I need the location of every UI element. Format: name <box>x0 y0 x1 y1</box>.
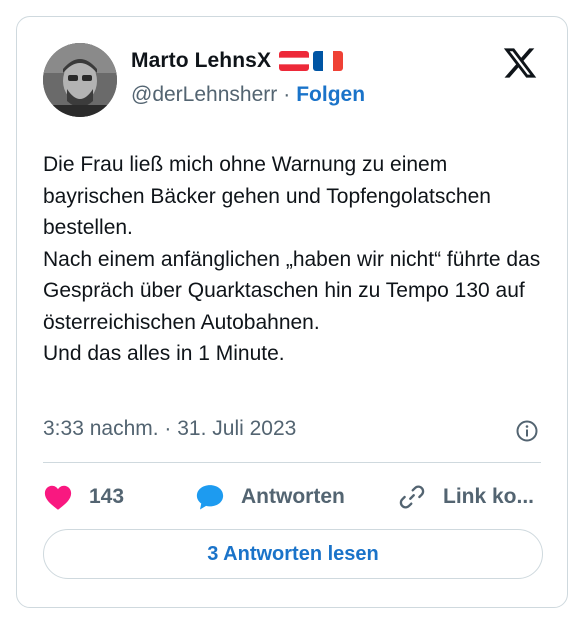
speech-bubble-icon <box>195 483 225 511</box>
reply-label: Antworten <box>241 485 345 508</box>
copy-link-label: Link ko... <box>443 485 535 508</box>
heart-icon <box>43 483 73 511</box>
reply-button[interactable]: Antworten <box>195 483 345 511</box>
avatar[interactable] <box>43 43 117 117</box>
follow-button[interactable]: Folgen <box>296 83 365 107</box>
author-name[interactable]: Marto LehnsX <box>131 49 271 73</box>
tweet-card: Marto LehnsX @derLehnsherr · Folgen Die … <box>16 16 568 608</box>
info-icon[interactable] <box>515 419 539 443</box>
tweet-text: Die Frau ließ mich ohne Warnung zu einem… <box>43 153 541 365</box>
france-flag-icon <box>313 51 344 71</box>
like-count: 143 <box>89 485 125 508</box>
x-logo-icon[interactable] <box>501 45 539 81</box>
separator: · <box>283 83 291 106</box>
link-icon <box>397 483 427 511</box>
handle-row: @derLehnsherr · Folgen <box>131 83 365 107</box>
like-button[interactable]: 143 <box>43 483 124 511</box>
divider <box>43 462 541 463</box>
read-replies-button[interactable]: 3 Antworten lesen <box>43 529 543 579</box>
action-bar: 143 Antworten Link ko... <box>43 483 543 513</box>
austria-flag-icon <box>279 51 310 71</box>
author-row: Marto LehnsX <box>131 49 344 73</box>
tweet-timestamp[interactable]: 3:33 nachm. · 31. Juli 2023 <box>43 417 296 441</box>
copy-link-button[interactable]: Link ko... <box>397 483 534 511</box>
author-handle[interactable]: @derLehnsherr <box>131 83 277 107</box>
